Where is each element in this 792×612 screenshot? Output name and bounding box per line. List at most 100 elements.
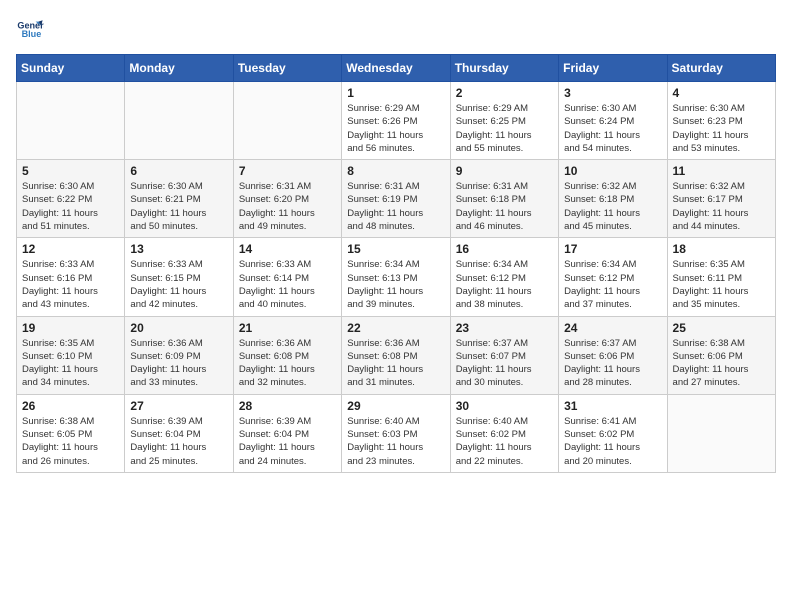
calendar-week-row: 5 Sunrise: 6:30 AM Sunset: 6:22 PM Daylig… (17, 160, 776, 238)
calendar-cell: 10 Sunrise: 6:32 AM Sunset: 6:18 PM Dayli… (559, 160, 667, 238)
day-info: Sunrise: 6:29 AM Sunset: 6:25 PM Dayligh… (456, 102, 553, 155)
day-info: Sunrise: 6:31 AM Sunset: 6:19 PM Dayligh… (347, 180, 444, 233)
day-info: Sunrise: 6:41 AM Sunset: 6:02 PM Dayligh… (564, 415, 661, 468)
day-info: Sunrise: 6:32 AM Sunset: 6:17 PM Dayligh… (673, 180, 770, 233)
calendar-cell (667, 394, 775, 472)
calendar-week-row: 12 Sunrise: 6:33 AM Sunset: 6:16 PM Dayli… (17, 238, 776, 316)
logo: General Blue (16, 16, 48, 44)
calendar-cell: 27Sunrise: 6:39 AM Sunset: 6:04 PM Dayli… (125, 394, 233, 472)
day-number: 12 (22, 242, 119, 256)
calendar-cell: 17 Sunrise: 6:34 AM Sunset: 6:12 PM Dayli… (559, 238, 667, 316)
day-number: 16 (456, 242, 553, 256)
calendar-cell: 28 Sunrise: 6:39 AM Sunset: 6:04 PM Dayli… (233, 394, 341, 472)
day-info: Sunrise: 6:36 AM Sunset: 6:09 PM Dayligh… (130, 337, 227, 390)
day-number: 1 (347, 86, 444, 100)
day-number: 31 (564, 399, 661, 413)
weekday-header: Sunday (17, 55, 125, 82)
day-info: Sunrise: 6:36 AM Sunset: 6:08 PM Dayligh… (347, 337, 444, 390)
svg-text:Blue: Blue (22, 29, 42, 39)
page-header: General Blue (16, 16, 776, 44)
calendar-cell: 21Sunrise: 6:36 AM Sunset: 6:08 PM Dayli… (233, 316, 341, 394)
day-number: 17 (564, 242, 661, 256)
weekday-header: Monday (125, 55, 233, 82)
weekday-header: Thursday (450, 55, 558, 82)
day-info: Sunrise: 6:39 AM Sunset: 6:04 PM Dayligh… (239, 415, 336, 468)
calendar-week-row: 1 Sunrise: 6:29 AM Sunset: 6:26 PM Daylig… (17, 82, 776, 160)
calendar-cell: 11 Sunrise: 6:32 AM Sunset: 6:17 PM Dayli… (667, 160, 775, 238)
day-info: Sunrise: 6:37 AM Sunset: 6:06 PM Dayligh… (564, 337, 661, 390)
day-info: Sunrise: 6:32 AM Sunset: 6:18 PM Dayligh… (564, 180, 661, 233)
calendar-cell: 1 Sunrise: 6:29 AM Sunset: 6:26 PM Daylig… (342, 82, 450, 160)
calendar-cell (233, 82, 341, 160)
day-info: Sunrise: 6:34 AM Sunset: 6:12 PM Dayligh… (564, 258, 661, 311)
day-info: Sunrise: 6:30 AM Sunset: 6:24 PM Dayligh… (564, 102, 661, 155)
calendar-cell: 6 Sunrise: 6:30 AM Sunset: 6:21 PM Daylig… (125, 160, 233, 238)
day-number: 10 (564, 164, 661, 178)
calendar-cell: 29 Sunrise: 6:40 AM Sunset: 6:03 PM Dayli… (342, 394, 450, 472)
day-info: Sunrise: 6:30 AM Sunset: 6:21 PM Dayligh… (130, 180, 227, 233)
weekday-header: Friday (559, 55, 667, 82)
day-info: Sunrise: 6:30 AM Sunset: 6:23 PM Dayligh… (673, 102, 770, 155)
calendar-cell: 7Sunrise: 6:31 AM Sunset: 6:20 PM Daylig… (233, 160, 341, 238)
day-info: Sunrise: 6:30 AM Sunset: 6:22 PM Dayligh… (22, 180, 119, 233)
calendar-cell: 16Sunrise: 6:34 AM Sunset: 6:12 PM Dayli… (450, 238, 558, 316)
calendar-cell: 15Sunrise: 6:34 AM Sunset: 6:13 PM Dayli… (342, 238, 450, 316)
day-number: 11 (673, 164, 770, 178)
weekday-header: Saturday (667, 55, 775, 82)
day-number: 4 (673, 86, 770, 100)
day-number: 28 (239, 399, 336, 413)
calendar-cell (17, 82, 125, 160)
day-info: Sunrise: 6:40 AM Sunset: 6:03 PM Dayligh… (347, 415, 444, 468)
calendar-cell: 20 Sunrise: 6:36 AM Sunset: 6:09 PM Dayli… (125, 316, 233, 394)
day-number: 9 (456, 164, 553, 178)
day-info: Sunrise: 6:37 AM Sunset: 6:07 PM Dayligh… (456, 337, 553, 390)
day-info: Sunrise: 6:39 AM Sunset: 6:04 PM Dayligh… (130, 415, 227, 468)
calendar-cell: 23 Sunrise: 6:37 AM Sunset: 6:07 PM Dayli… (450, 316, 558, 394)
calendar-header-row: SundayMondayTuesdayWednesdayThursdayFrid… (17, 55, 776, 82)
day-number: 20 (130, 321, 227, 335)
calendar-cell: 24 Sunrise: 6:37 AM Sunset: 6:06 PM Dayli… (559, 316, 667, 394)
day-number: 29 (347, 399, 444, 413)
day-number: 25 (673, 321, 770, 335)
day-info: Sunrise: 6:35 AM Sunset: 6:11 PM Dayligh… (673, 258, 770, 311)
calendar-cell: 4 Sunrise: 6:30 AM Sunset: 6:23 PM Daylig… (667, 82, 775, 160)
day-info: Sunrise: 6:36 AM Sunset: 6:08 PM Dayligh… (239, 337, 336, 390)
day-info: Sunrise: 6:38 AM Sunset: 6:06 PM Dayligh… (673, 337, 770, 390)
logo-icon: General Blue (16, 16, 44, 44)
day-number: 30 (456, 399, 553, 413)
day-number: 6 (130, 164, 227, 178)
day-number: 2 (456, 86, 553, 100)
day-number: 3 (564, 86, 661, 100)
calendar-cell: 19Sunrise: 6:35 AM Sunset: 6:10 PM Dayli… (17, 316, 125, 394)
calendar-table: SundayMondayTuesdayWednesdayThursdayFrid… (16, 54, 776, 473)
calendar-cell: 25 Sunrise: 6:38 AM Sunset: 6:06 PM Dayli… (667, 316, 775, 394)
day-number: 18 (673, 242, 770, 256)
calendar-cell: 9 Sunrise: 6:31 AM Sunset: 6:18 PM Daylig… (450, 160, 558, 238)
calendar-cell: 26Sunrise: 6:38 AM Sunset: 6:05 PM Dayli… (17, 394, 125, 472)
calendar-cell: 22 Sunrise: 6:36 AM Sunset: 6:08 PM Dayli… (342, 316, 450, 394)
calendar-cell: 5 Sunrise: 6:30 AM Sunset: 6:22 PM Daylig… (17, 160, 125, 238)
calendar-cell: 3 Sunrise: 6:30 AM Sunset: 6:24 PM Daylig… (559, 82, 667, 160)
calendar-cell: 2 Sunrise: 6:29 AM Sunset: 6:25 PM Daylig… (450, 82, 558, 160)
day-number: 24 (564, 321, 661, 335)
day-info: Sunrise: 6:29 AM Sunset: 6:26 PM Dayligh… (347, 102, 444, 155)
calendar-cell: 14Sunrise: 6:33 AM Sunset: 6:14 PM Dayli… (233, 238, 341, 316)
calendar-week-row: 19Sunrise: 6:35 AM Sunset: 6:10 PM Dayli… (17, 316, 776, 394)
calendar-cell: 18 Sunrise: 6:35 AM Sunset: 6:11 PM Dayli… (667, 238, 775, 316)
day-number: 5 (22, 164, 119, 178)
day-number: 8 (347, 164, 444, 178)
day-info: Sunrise: 6:31 AM Sunset: 6:18 PM Dayligh… (456, 180, 553, 233)
weekday-header: Wednesday (342, 55, 450, 82)
day-info: Sunrise: 6:38 AM Sunset: 6:05 PM Dayligh… (22, 415, 119, 468)
day-info: Sunrise: 6:34 AM Sunset: 6:13 PM Dayligh… (347, 258, 444, 311)
calendar-cell: 12 Sunrise: 6:33 AM Sunset: 6:16 PM Dayli… (17, 238, 125, 316)
day-info: Sunrise: 6:35 AM Sunset: 6:10 PM Dayligh… (22, 337, 119, 390)
calendar-cell: 8 Sunrise: 6:31 AM Sunset: 6:19 PM Daylig… (342, 160, 450, 238)
day-number: 22 (347, 321, 444, 335)
day-info: Sunrise: 6:31 AM Sunset: 6:20 PM Dayligh… (239, 180, 336, 233)
day-number: 23 (456, 321, 553, 335)
day-number: 14 (239, 242, 336, 256)
day-info: Sunrise: 6:33 AM Sunset: 6:15 PM Dayligh… (130, 258, 227, 311)
day-info: Sunrise: 6:33 AM Sunset: 6:16 PM Dayligh… (22, 258, 119, 311)
day-info: Sunrise: 6:40 AM Sunset: 6:02 PM Dayligh… (456, 415, 553, 468)
